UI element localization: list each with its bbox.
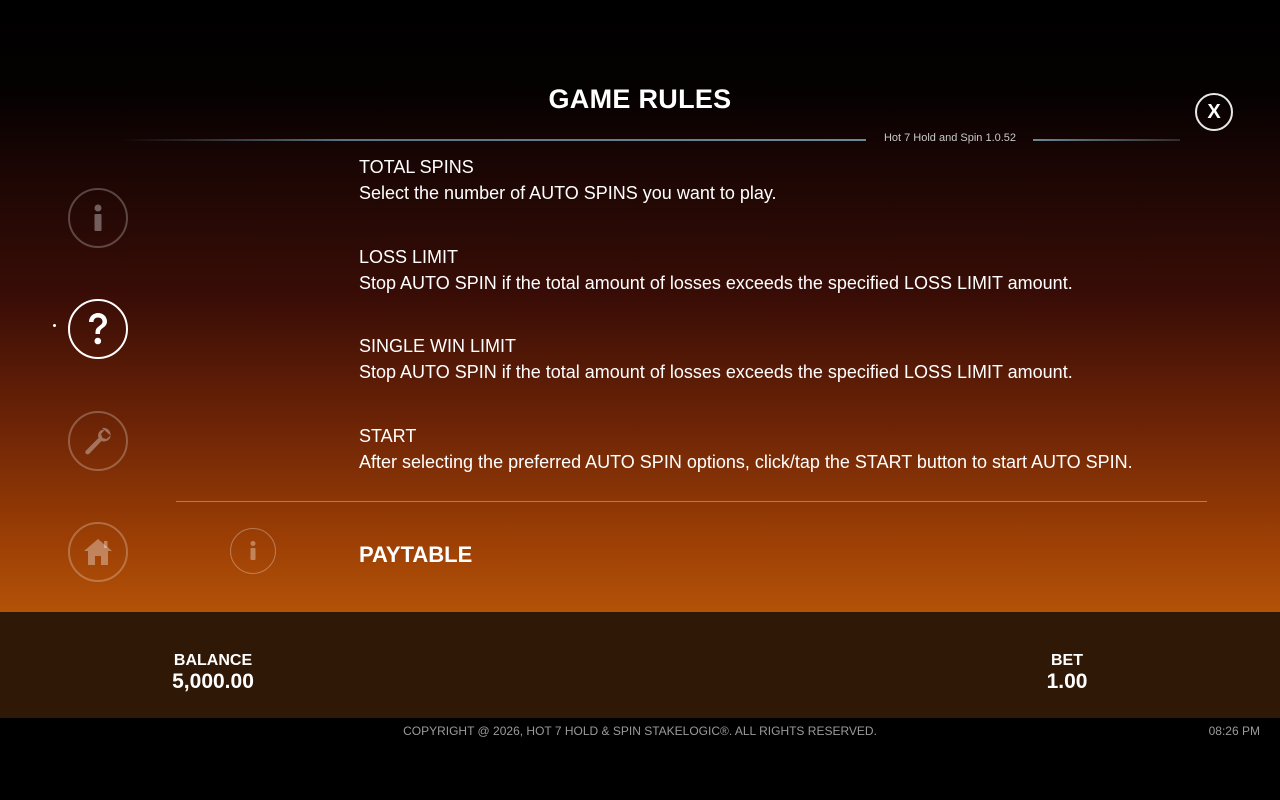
rule-section-total-spins: TOTAL SPINS Select the number of AUTO SP… (359, 154, 1219, 206)
section-heading: SINGLE WIN LIMIT (359, 336, 517, 356)
bet-display: BET 1.00 (1026, 652, 1108, 694)
balance-label: BALANCE (173, 652, 253, 669)
section-text: Select the number of AUTO SPINS you want… (359, 183, 777, 203)
close-icon: X (1207, 100, 1221, 123)
section-text: Stop AUTO SPIN if the total amount of lo… (359, 362, 1073, 382)
balance-value: 5,000.00 (172, 670, 254, 693)
status-bar: BALANCE 5,000.00 BET 1.00 (0, 612, 1280, 718)
header-divider-left (120, 139, 866, 141)
bet-label: BET (1051, 652, 1083, 669)
page-title: GAME RULES (548, 84, 732, 114)
section-heading: LOSS LIMIT (359, 247, 459, 267)
header-divider-right (1033, 139, 1180, 141)
section-heading: TOTAL SPINS (359, 157, 474, 177)
paytable-info-button[interactable] (230, 528, 276, 574)
section-heading: START (359, 426, 417, 446)
rules-content: TOTAL SPINS Select the number of AUTO SP… (0, 145, 1280, 612)
bet-value: 1.00 (1046, 670, 1088, 693)
section-divider (176, 501, 1207, 502)
copyright-text: COPYRIGHT @ 2026, HOT 7 HOLD & SPIN STAK… (403, 724, 877, 738)
section-text: Stop AUTO SPIN if the total amount of lo… (359, 273, 1073, 293)
version-label: Hot 7 Hold and Spin 1.0.52 (883, 132, 1017, 144)
section-text: After selecting the preferred AUTO SPIN … (359, 452, 1133, 472)
close-button[interactable]: X (1195, 93, 1233, 131)
paytable-heading: PAYTABLE (359, 542, 473, 567)
game-rules-panel: GAME RULES X Hot 7 Hold and Spin 1.0.52 … (0, 0, 1280, 612)
rule-section-loss-limit: LOSS LIMIT Stop AUTO SPIN if the total a… (359, 244, 1219, 296)
rule-section-single-win-limit: SINGLE WIN LIMIT Stop AUTO SPIN if the t… (359, 333, 1219, 385)
info-icon (250, 541, 256, 560)
rule-section-start: START After selecting the preferred AUTO… (359, 423, 1219, 475)
balance-display: BALANCE 5,000.00 (153, 652, 273, 694)
clock: 08:26 PM (1208, 724, 1260, 738)
